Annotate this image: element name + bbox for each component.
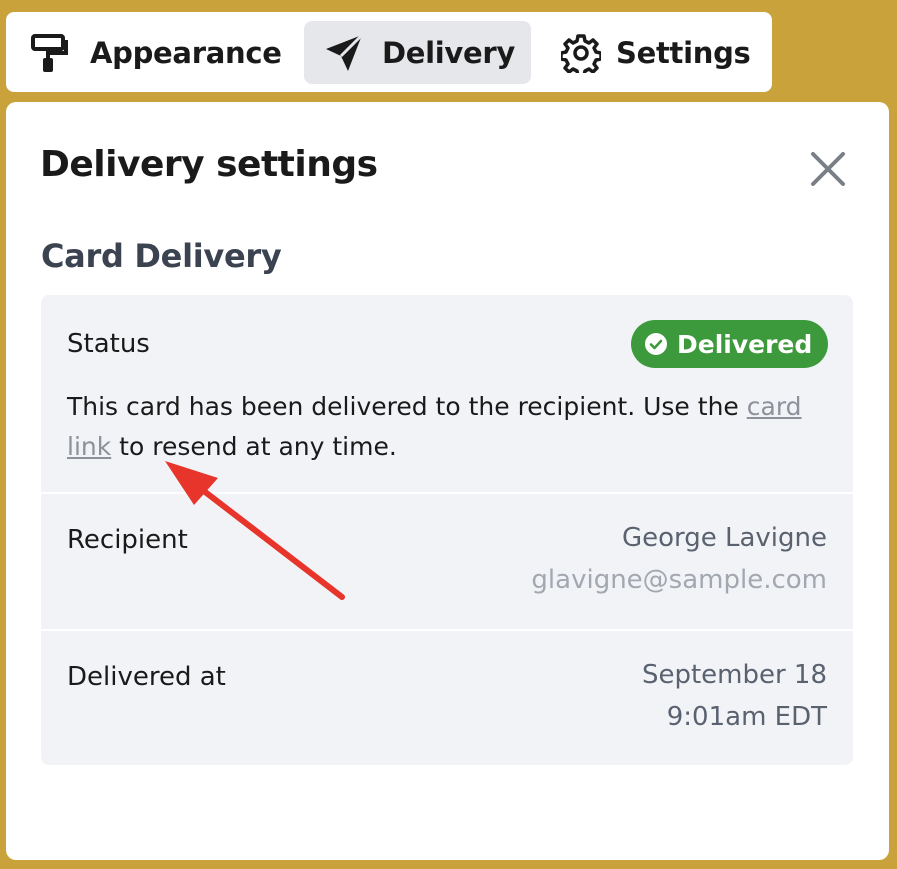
delivered-at-row: Delivered at September 18 9:01am EDT: [41, 629, 853, 765]
delivery-card: Status Delivered This card has been deli…: [41, 295, 853, 765]
delivered-date: September 18: [641, 660, 827, 690]
status-desc-text: This card has been delivered to the reci…: [67, 392, 747, 421]
recipient-label: Recipient: [67, 525, 188, 555]
tab-appearance[interactable]: Appearance: [28, 21, 282, 84]
delivery-settings-panel: Delivery settings Card Delivery Status D…: [6, 102, 889, 860]
recipient-email: glavigne@sample.com: [531, 565, 827, 595]
delivered-at-label: Delivered at: [67, 662, 226, 692]
tab-bar: Appearance Delivery Settings: [6, 12, 772, 92]
status-desc-text-end: to resend at any time.: [111, 432, 397, 461]
gear-icon: [561, 33, 601, 73]
status-badge-text: Delivered: [677, 329, 813, 359]
tab-settings[interactable]: Settings: [556, 21, 756, 84]
status-badge: Delivered: [631, 320, 828, 368]
status-row: Status Delivered This card has been deli…: [41, 295, 853, 492]
close-button[interactable]: [808, 149, 848, 189]
send-icon: [324, 33, 364, 73]
status-description: This card has been delivered to the reci…: [67, 387, 827, 467]
tab-delivery-label: Delivery: [382, 35, 515, 70]
recipient-row: Recipient George Lavigne glavigne@sample…: [41, 492, 853, 629]
delivered-time: 9:01am EDT: [666, 702, 827, 732]
tab-settings-label: Settings: [616, 35, 751, 70]
recipient-name: George Lavigne: [621, 523, 827, 553]
tab-delivery[interactable]: Delivery: [304, 21, 531, 84]
section-title: Card Delivery: [41, 237, 282, 275]
paint-roller-icon: [28, 32, 70, 74]
check-circle-icon: [645, 333, 667, 355]
close-icon: [808, 152, 848, 193]
panel-title: Delivery settings: [40, 144, 378, 185]
tab-appearance-label: Appearance: [90, 35, 282, 70]
status-label: Status: [67, 329, 150, 359]
